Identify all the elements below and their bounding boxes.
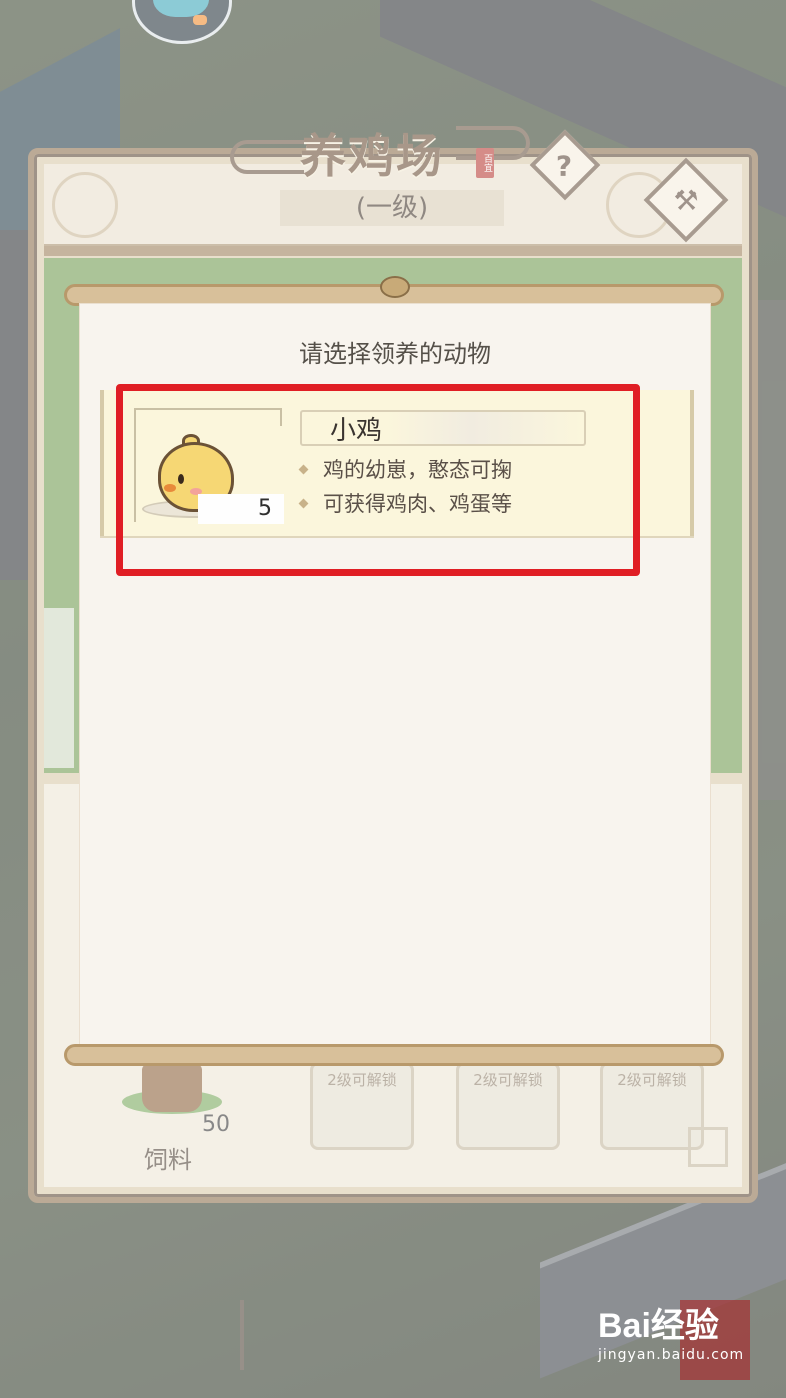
watermark-brand: Bai经验 (598, 1307, 719, 1345)
scroll-rod-bottom (64, 1044, 724, 1066)
dialog-prompt: 请选择领养的动物 (299, 340, 491, 368)
highlight-box (116, 384, 640, 576)
baidu-watermark: Bai经验 jingyan.baidu.com (598, 1298, 786, 1378)
watermark-url: jingyan.baidu.com (598, 1347, 745, 1363)
scroll-knot (376, 268, 410, 302)
